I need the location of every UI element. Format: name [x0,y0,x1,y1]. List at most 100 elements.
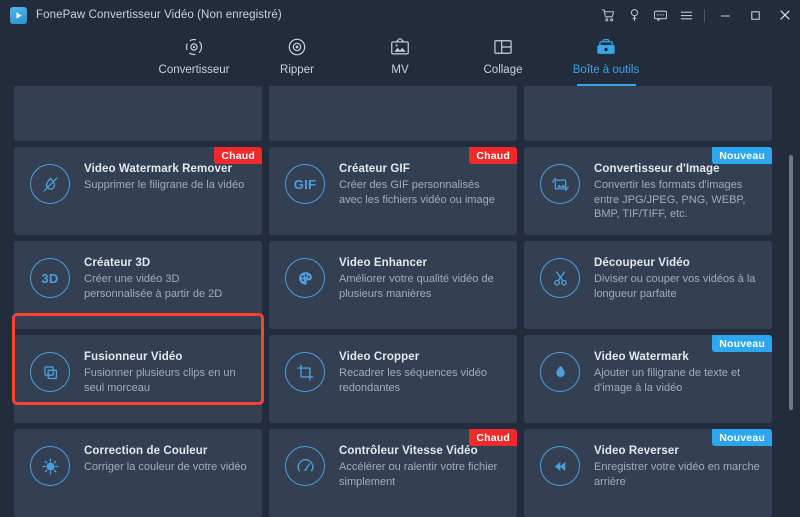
toolbox-icon [595,34,617,60]
tool-card-desc: Améliorer votre qualité vidéo de plusieu… [339,273,494,300]
tool-card-title: Video Enhancer [339,257,428,269]
tool-card-title: Convertisseur d'Image [594,163,720,175]
tool-card-grid: Chaud Video Watermark Remover Supprimer … [14,86,772,517]
tab-label: Boîte à outils [572,64,640,76]
tool-card-desc: Corriger la couleur de votre vidéo [84,461,247,473]
mv-icon [389,34,411,60]
tool-card-controleur-vitesse-video[interactable]: Chaud Contrôleur Vitesse Vidéo Accélérer… [269,429,517,517]
tool-card-desc: Créer une vidéo 3D personnalisée à parti… [84,273,223,300]
nav-tab-list: Convertisseur Ripper MV Collage Boîte à … [143,30,658,86]
minimize-button[interactable] [710,0,740,30]
tool-card-video-watermark-remover[interactable]: Chaud Video Watermark Remover Supprimer … [14,147,262,235]
close-button[interactable] [770,0,800,30]
tool-card-desc: Supprimer le filigrane de la vidéo [84,179,245,191]
tab-label: Collage [483,64,523,76]
tool-card-decoupeur-video[interactable]: Découpeur Vidéo Diviser ou couper vos vi… [524,241,772,329]
status-badge: Chaud [469,147,517,164]
tool-card-video-cropper[interactable]: Video Cropper Recadrer les séquences vid… [269,335,517,423]
tool-card-video-watermark[interactable]: Nouveau Video Watermark Ajouter un filig… [524,335,772,423]
content-scrollbar[interactable] [787,86,795,517]
tool-card-correction-de-couleur[interactable]: Correction de Couleur Corriger la couleu… [14,429,262,517]
key-icon[interactable] [621,0,647,30]
toolbar-divider [704,8,705,22]
maximize-button[interactable] [740,0,770,30]
tool-card-createur-gif[interactable]: Chaud GIF Créateur GIF Créer des GIF per… [269,147,517,235]
tool-card-video-reverser[interactable]: Nouveau Video Reverser Enregistrer votre… [524,429,772,517]
main-nav: Convertisseur Ripper MV Collage Boîte à … [0,30,800,86]
tool-card[interactable] [524,86,772,141]
tab-collage[interactable]: Collage [452,30,555,86]
status-badge: Nouveau [712,147,772,164]
status-badge: Chaud [214,147,262,164]
tool-card-desc: Diviser ou couper vos vidéos à la longue… [594,273,756,300]
tool-card-text: Video Enhancer Améliorer votre qualité v… [339,255,505,301]
application-window: FonePaw Convertisseur Vidéo (Non enregis… [0,0,800,517]
crop-icon [285,352,325,392]
tool-card-fusionneur-video[interactable]: Fusionneur Vidéo Fusionner plusieurs cli… [14,335,262,423]
reverse-icon [540,446,580,486]
tool-card-desc: Convertir les formats d'images entre JPG… [594,179,746,220]
tool-card-text: Fusionneur Vidéo Fusionner plusieurs cli… [84,349,250,395]
tool-card-text: Découpeur Vidéo Diviser ou couper vos vi… [594,255,760,301]
tool-card-text: Video Watermark Remover Supprimer le fil… [84,161,244,193]
cart-icon[interactable] [595,0,621,30]
tool-card-title: Découpeur Vidéo [594,257,690,269]
3d-icon: 3D [30,258,70,298]
tab-convertisseur[interactable]: Convertisseur [143,30,246,86]
tool-card-title: Correction de Couleur [84,445,208,457]
tool-card-title: Contrôleur Vitesse Vidéo [339,445,478,457]
tool-card-text: Video Watermark Ajouter un filigrane de … [594,349,760,395]
ripper-icon [286,34,308,60]
tab-label: MV [391,64,409,76]
tool-card-desc: Ajouter un filigrane de texte et d'image… [594,367,741,394]
tab-ripper[interactable]: Ripper [246,30,349,86]
gif-icon: GIF [285,164,325,204]
tool-card-title: Fusionneur Vidéo [84,351,183,363]
enhancer-icon [285,258,325,298]
title-bar: FonePaw Convertisseur Vidéo (Non enregis… [0,0,800,30]
tool-card-createur-3d[interactable]: 3D Créateur 3D Créer une vidéo 3D person… [14,241,262,329]
tool-card-text: Convertisseur d'Image Convertir les form… [594,161,760,222]
tool-card[interactable] [269,86,517,141]
tool-card-text: Video Cropper Recadrer les séquences vid… [339,349,505,395]
scissors-icon [540,258,580,298]
tool-card-desc: Recadrer les séquences vidéo redondantes [339,367,487,394]
tab-mv[interactable]: MV [349,30,452,86]
tool-card-video-enhancer[interactable]: Video Enhancer Améliorer votre qualité v… [269,241,517,329]
status-badge: Chaud [469,429,517,446]
tool-card-text: Video Reverser Enregistrer votre vidéo e… [594,443,760,489]
tool-card-text: Créateur 3D Créer une vidéo 3D personnal… [84,255,250,301]
tool-card-desc: Fusionner plusieurs clips en un seul mor… [84,367,236,394]
tool-card-convertisseur-d-image[interactable]: Nouveau Convertisseur d'Image Convertir … [524,147,772,235]
tool-card[interactable] [14,86,262,141]
scrollbar-thumb[interactable] [789,155,793,410]
tool-card-text: Créateur GIF Créer des GIF personnalisés… [339,161,505,207]
brand: FonePaw Convertisseur Vidéo (Non enregis… [0,6,282,24]
droplet-icon [540,352,580,392]
tool-card-title: Video Watermark [594,351,689,363]
toolbox-content: Chaud Video Watermark Remover Supprimer … [0,86,800,517]
tool-card-desc: Accélérer ou ralentir votre fichier simp… [339,461,498,488]
merger-icon [30,352,70,392]
status-badge: Nouveau [712,335,772,352]
tool-card-text: Contrôleur Vitesse Vidéo Accélérer ou ra… [339,443,505,489]
collage-icon [492,34,514,60]
converter-icon [183,34,205,60]
tab-label: Convertisseur [158,64,230,76]
tab-boite-a-outils[interactable]: Boîte à outils [555,30,658,86]
tool-card-desc: Enregistrer votre vidéo en marche arrièr… [594,461,760,488]
tool-card-title: Créateur GIF [339,163,410,175]
window-tools [595,0,800,30]
image-converter-icon [540,164,580,204]
tool-card-desc: Créer des GIF personnalisés avec les fic… [339,179,495,206]
window-title: FonePaw Convertisseur Vidéo (Non enregis… [36,9,282,21]
tool-card-text: Correction de Couleur Corriger la couleu… [84,443,247,475]
sun-icon [30,446,70,486]
menu-icon[interactable] [673,0,699,30]
tool-card-title: Créateur 3D [84,257,151,269]
status-badge: Nouveau [712,429,772,446]
speed-icon [285,446,325,486]
tool-card-title: Video Watermark Remover [84,163,233,175]
watermark-remover-icon [30,164,70,204]
feedback-icon[interactable] [647,0,673,30]
